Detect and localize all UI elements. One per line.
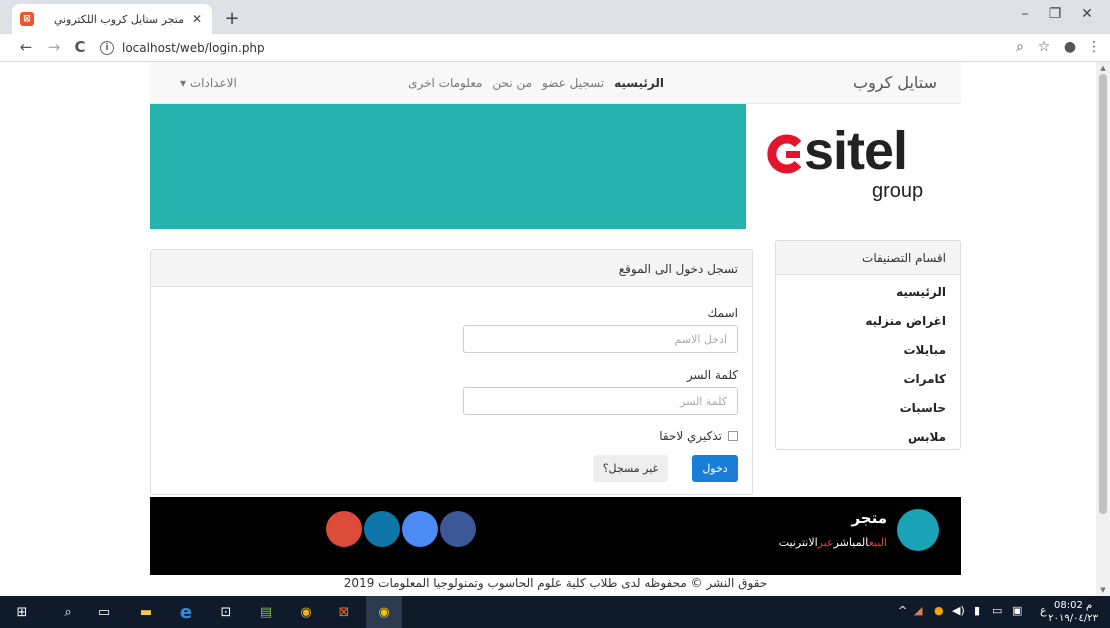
remember-me[interactable]: تذكيري لاحقا <box>659 429 738 443</box>
sidebar-item-mobiles[interactable]: مبايلات <box>776 333 960 362</box>
address-bar[interactable]: i localhost/web/login.php <box>100 37 1000 59</box>
bookmark-star-icon[interactable]: ☆ <box>1034 39 1054 55</box>
twitter-icon[interactable] <box>402 511 438 547</box>
sitel-logo: sitel group <box>746 104 961 229</box>
sidebar-item-household[interactable]: اغراض منزليه <box>776 304 960 333</box>
browser-tab-strip: ⊠ متجر ستايل كروب اللكتروني ✕ + – ❐ ✕ <box>0 0 1110 34</box>
remember-label: تذكيري لاحقا <box>659 429 722 443</box>
new-tab-button[interactable]: + <box>222 8 242 29</box>
app-icon[interactable]: ◉ <box>296 602 316 622</box>
password-label: كلمة السر <box>686 368 738 382</box>
nav-links: الرئيسيه تسجيل عضو من نحن معلومات اخرى <box>408 76 664 90</box>
browser-tab[interactable]: ⊠ متجر ستايل كروب اللكتروني ✕ <box>12 4 212 34</box>
nav-link-about[interactable]: من نحن <box>492 76 532 90</box>
page-viewport: ستايل كروب الرئيسيه تسجيل عضو من نحن معل… <box>0 62 1110 596</box>
name-label: اسمك <box>707 306 738 320</box>
linkedin-icon[interactable] <box>364 511 400 547</box>
footer-tagline: البيعالمباشرعبرالانترنيت <box>778 536 887 549</box>
task-view-icon[interactable]: ▭ <box>94 602 114 622</box>
xampp-taskbar-icon[interactable]: ⊠ <box>334 602 354 622</box>
reload-button[interactable]: C <box>70 38 90 56</box>
nav-link-more-info[interactable]: معلومات اخرى <box>408 76 482 90</box>
sidebar-item-home[interactable]: الرئيسيه <box>776 275 960 304</box>
edge-icon[interactable]: e <box>176 602 196 623</box>
scroll-up-icon[interactable]: ▲ <box>1096 64 1110 72</box>
tray-chevron-icon[interactable]: ^ <box>898 604 907 617</box>
categories-sidebar: اقسام التصنيفات الرئيسيه اغراض منزليه مب… <box>775 240 961 450</box>
password-input[interactable] <box>463 387 738 415</box>
close-tab-icon[interactable]: ✕ <box>190 12 204 26</box>
tab-title: متجر ستايل كروب اللكتروني <box>53 12 184 26</box>
xampp-icon: ⊠ <box>20 12 34 26</box>
remember-checkbox[interactable] <box>728 431 738 441</box>
battery-icon[interactable]: ▮ <box>974 604 980 617</box>
tray-app-icon[interactable]: ◢ <box>914 604 922 617</box>
windows-taskbar: ⊞ ⌕ ▭ ▬ e ⊡ ▤ ◉ ⊠ ◉ ^ ◢ ● ◀) ▮ ▭ ▣ ع 08:… <box>0 596 1110 628</box>
clock-date: ٢٠١٩/٠٤/٢٣ <box>1048 613 1098 624</box>
profile-icon[interactable]: ● <box>1060 39 1080 55</box>
maximize-button[interactable]: ❐ <box>1040 6 1070 22</box>
language-indicator[interactable]: ع <box>1040 604 1047 617</box>
sitel-logo-mark <box>767 134 802 174</box>
notification-icon[interactable]: ▣ <box>1012 604 1022 617</box>
volume-icon[interactable]: ◀) <box>952 604 965 617</box>
header-banner: sitel group <box>150 104 961 229</box>
store-icon[interactable]: ⊡ <box>216 602 236 622</box>
clock-time: 08:02 م <box>1054 600 1093 611</box>
forward-button[interactable]: → <box>44 38 64 56</box>
nav-link-home[interactable]: الرئيسيه <box>614 76 664 90</box>
info-icon[interactable]: i <box>100 41 114 55</box>
facebook-icon[interactable] <box>440 511 476 547</box>
site-brand[interactable]: ستايل كروب <box>853 73 937 92</box>
copyright-text: حقوق النشر © محفوظه لدى طلاب كلية علوم ا… <box>343 576 768 590</box>
notepad-icon[interactable]: ▤ <box>256 602 276 622</box>
zoom-icon[interactable]: ⌕ <box>1010 39 1030 55</box>
sidebar-item-cameras[interactable]: كامرات <box>776 362 960 391</box>
google-plus-icon[interactable] <box>326 511 362 547</box>
back-button[interactable]: ← <box>16 38 36 56</box>
store-logo-icon <box>897 509 939 551</box>
sidebar-title: اقسام التصنيفات <box>776 241 960 275</box>
login-panel-title: تسجل دخول الى الموقع <box>151 250 752 287</box>
logo-wordmark: sitel <box>804 121 908 181</box>
scrollbar-thumb[interactable] <box>1099 74 1107 514</box>
nav-link-register[interactable]: تسجيل عضو <box>542 76 604 90</box>
banner-color-block <box>150 104 746 229</box>
page-scrollbar[interactable]: ▲ ▼ <box>1096 62 1110 596</box>
settings-dropdown[interactable]: الاعدادات ▾ <box>180 76 237 90</box>
menu-icon[interactable]: ⋮ <box>1084 39 1104 55</box>
keyboard-icon[interactable]: ▭ <box>992 604 1002 617</box>
url-text: localhost/web/login.php <box>122 41 265 55</box>
file-explorer-icon[interactable]: ▬ <box>136 602 156 622</box>
close-window-button[interactable]: ✕ <box>1072 6 1102 22</box>
name-input[interactable] <box>463 325 738 353</box>
scroll-down-icon[interactable]: ▼ <box>1096 586 1110 594</box>
top-navbar: ستايل كروب الرئيسيه تسجيل عضو من نحن معل… <box>150 62 961 104</box>
logo-subtitle: group <box>872 180 924 202</box>
taskbar-clock[interactable]: 08:02 م ٢٠١٩/٠٤/٢٣ <box>1048 599 1098 625</box>
minimize-button[interactable]: – <box>1010 6 1040 22</box>
register-button[interactable]: غير مسجل؟ <box>593 455 668 482</box>
footer-store-name: متجر <box>851 509 887 527</box>
windows-start-icon[interactable]: ⊞ <box>12 602 32 622</box>
search-icon[interactable]: ⌕ <box>58 602 78 622</box>
browser-toolbar: ← → C i localhost/web/login.php ⌕ ☆ ● ⋮ <box>0 34 1110 62</box>
site-footer: متجر البيعالمباشرعبرالانترنيت <box>150 497 961 575</box>
sidebar-item-computers[interactable]: حاسبات <box>776 391 960 420</box>
network-icon[interactable]: ● <box>934 604 944 617</box>
login-panel: تسجل دخول الى الموقع اسمك كلمة السر تذكي… <box>150 249 753 495</box>
sidebar-item-clothes[interactable]: ملابس <box>776 420 960 449</box>
login-button[interactable]: دخول <box>692 455 738 482</box>
chrome-icon[interactable]: ◉ <box>374 602 394 622</box>
